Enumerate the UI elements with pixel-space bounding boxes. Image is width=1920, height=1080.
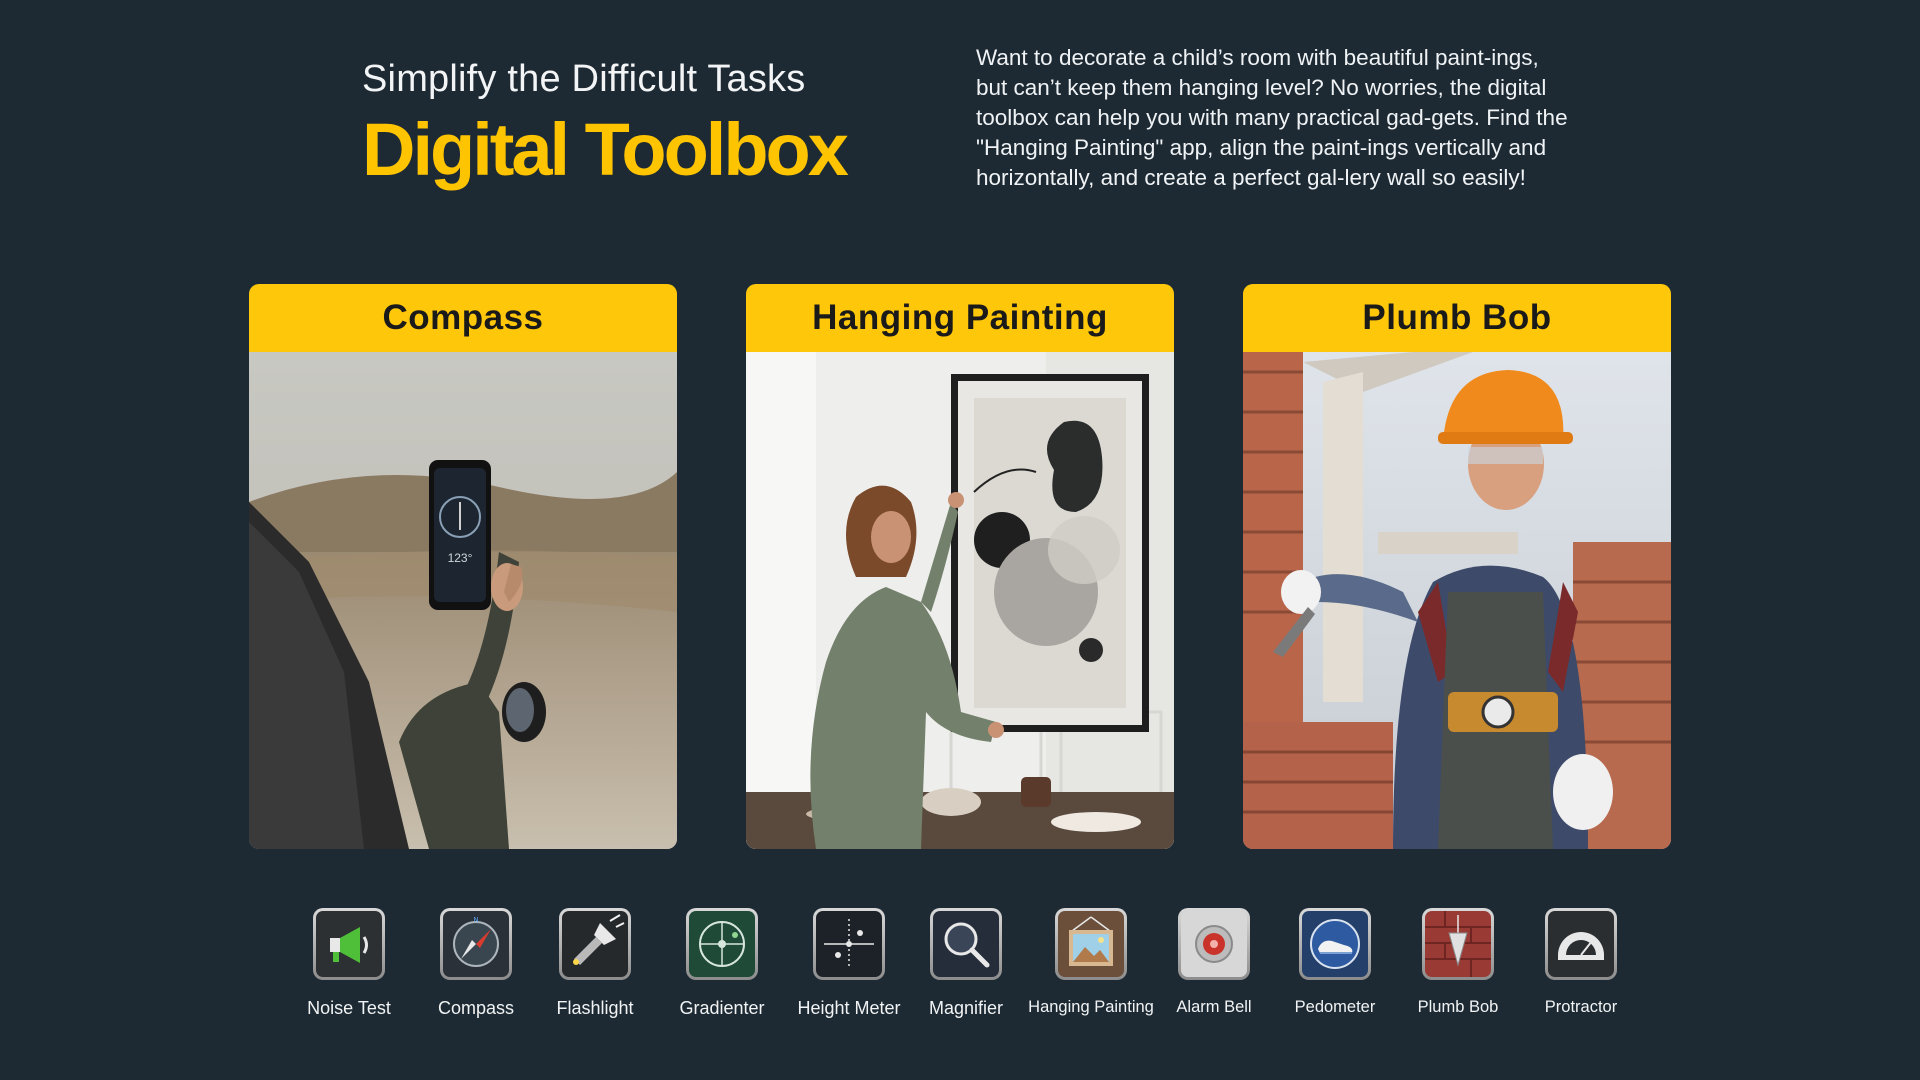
megaphone-icon: [313, 908, 385, 980]
tool-label: Plumb Bob: [1417, 998, 1499, 1016]
flashlight-icon: [559, 908, 631, 980]
tool-label: Alarm Bell: [1176, 998, 1252, 1016]
tool-gradienter[interactable]: Gradienter: [652, 908, 792, 1019]
tools-row: Noise Test N Compass Flashlight Gradient…: [0, 908, 1920, 1028]
description-text: Want to decorate a child’s room with bea…: [976, 45, 1568, 190]
tool-hanging-painting[interactable]: Hanging Painting: [1021, 908, 1161, 1017]
protractor-icon: [1545, 908, 1617, 980]
plumb-bob-card: Plumb Bob: [1243, 284, 1671, 849]
height-meter-icon: [813, 908, 885, 980]
level-icon: [686, 908, 758, 980]
tool-pedometer[interactable]: Pedometer: [1265, 908, 1405, 1017]
alarm-bell-icon: [1178, 908, 1250, 980]
plumb-bob-icon: [1422, 908, 1494, 980]
compass-card: Compass 123°: [249, 284, 677, 849]
tool-protractor[interactable]: Protractor: [1511, 908, 1651, 1017]
compass-photo: 123°: [249, 352, 677, 849]
hanging-painting-card-title: Hanging Painting: [746, 284, 1174, 352]
tool-alarm-bell[interactable]: Alarm Bell: [1144, 908, 1284, 1017]
tool-magnifier[interactable]: Magnifier: [896, 908, 1036, 1019]
plumb-bob-photo: [1243, 352, 1671, 849]
tool-label: Pedometer: [1294, 998, 1376, 1016]
tool-flashlight[interactable]: Flashlight: [525, 908, 665, 1019]
hanging-painting-photo: [746, 352, 1174, 849]
hanging-painting-icon: [1055, 908, 1127, 980]
tool-noise-test[interactable]: Noise Test: [279, 908, 419, 1019]
tool-label: Protractor: [1544, 998, 1618, 1016]
hanging-painting-card: Hanging Painting: [746, 284, 1174, 849]
page-title: Digital Toolbox: [362, 108, 849, 191]
tool-label: Noise Test: [307, 998, 391, 1018]
plumb-bob-card-title: Plumb Bob: [1243, 284, 1671, 352]
tool-label: Magnifier: [928, 998, 1004, 1018]
svg-text:N: N: [473, 917, 478, 924]
magnifier-icon: [930, 908, 1002, 980]
phone-heading-readout: 123°: [448, 551, 473, 565]
page-subtitle: Simplify the Difficult Tasks: [362, 58, 806, 100]
tool-label: Gradienter: [679, 998, 765, 1018]
compass-icon: N: [440, 908, 512, 980]
tool-label: Flashlight: [556, 998, 634, 1018]
tool-label: Hanging Painting: [1028, 998, 1154, 1016]
header: Simplify the Difficult Tasks Digital Too…: [362, 58, 849, 191]
pedometer-icon: [1299, 908, 1371, 980]
tool-plumb-bob[interactable]: Plumb Bob: [1388, 908, 1528, 1017]
compass-card-title: Compass: [249, 284, 677, 352]
